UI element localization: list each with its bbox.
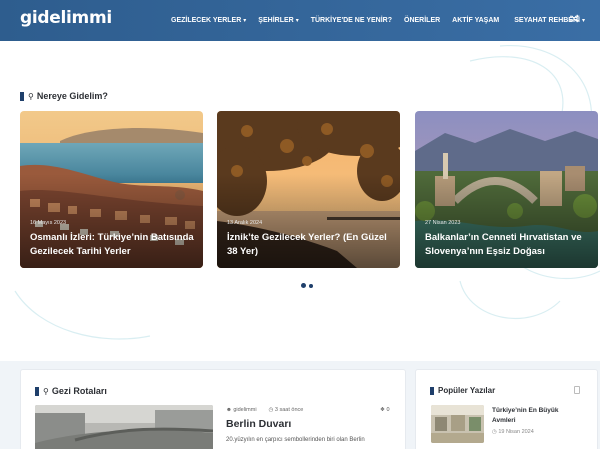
berlin-wall-image (35, 405, 213, 449)
featured-card-2[interactable]: 13 Aralık 2024 İznik’te Gezilecek Yerler… (217, 111, 400, 268)
chevron-down-icon: ▾ (581, 18, 585, 24)
card-title[interactable]: Osmanlı İzleri: Türkiye’nin Batısında Ge… (30, 231, 198, 259)
card-date: 16 Mayıs 2023 (30, 220, 67, 226)
nav-label: ÖNERİLER (404, 17, 441, 24)
section-title-populer-yazilar: Popüler Yazılar (430, 386, 495, 395)
nav-label: TÜRKİYE'DE NE YENİR? (310, 17, 392, 24)
nav-label: ŞEHİRLER (258, 17, 294, 24)
card-date: 13 Aralık 2024 (227, 220, 263, 226)
popular-post-date: ◷ 19 Nisan 2024 (492, 429, 534, 435)
author[interactable]: ☻ gidelimmi (226, 407, 263, 413)
shuffle-icon[interactable] (570, 14, 579, 25)
card-title[interactable]: İznik’te Gezilecek Yerler? (En Güzel 38 … (227, 231, 395, 259)
post-thumbnail-berlin[interactable] (35, 405, 213, 449)
main-nav: GEZİLECEK YERLER ▾ ŞEHİRLER ▾ TÜRKİYE'DE N… (171, 0, 592, 41)
card-title[interactable]: Balkanlar’ın Cenneti Hırvatistan ve Slov… (425, 231, 593, 259)
section-title-bar (20, 91, 24, 101)
post-excerpt: 20.yüzyılın en çarpıcı sembollerinden bi… (226, 437, 365, 443)
time-text: 3 saat önce (274, 407, 304, 413)
carousel-pagination (301, 283, 313, 288)
popular-thumbnail[interactable] (431, 405, 484, 443)
date-text: 19 Nisan 2024 (498, 429, 534, 435)
chevron-down-icon: ▾ (243, 18, 247, 24)
like-count[interactable]: ❖ 0 (380, 407, 390, 413)
carousel-dot[interactable] (309, 283, 313, 288)
top-navbar: gidelimmi GEZİLECEK YERLER ▾ ŞEHİRLER ▾ TÜ… (0, 0, 600, 41)
card-date: 27 Nisan 2023 (425, 220, 461, 226)
nav-sehirler[interactable]: ŞEHİRLER ▾ (258, 17, 298, 24)
like-number: 0 (386, 407, 390, 413)
carousel-dot-active[interactable] (301, 283, 306, 288)
nav-gezilecek-yerler[interactable]: GEZİLECEK YERLER ▾ (171, 17, 246, 24)
site-logo[interactable]: gidelimmi (20, 8, 112, 28)
section-title-nereye-gidelim: ⚲ Nereye Gidelim? (20, 91, 108, 101)
fire-icon: ❖ (380, 407, 385, 413)
nav-aktif-yasam[interactable]: AKTİF YAŞAM (452, 17, 499, 24)
section-title-gezi-rotalari: ⚲ Gezi Rotaları (35, 386, 107, 396)
nav-turkiyede-ne-yenir[interactable]: TÜRKİYE'DE NE YENİR? (311, 17, 392, 24)
map-pin-icon: ⚲ (43, 386, 49, 396)
section-title-text: Gezi Rotaları (51, 386, 107, 396)
post-title[interactable]: Berlin Duvarı (226, 418, 291, 430)
author-name: gidelimmi (233, 407, 257, 413)
post-time: ◷ 3 saat önce (268, 407, 304, 413)
post-meta: ☻ gidelimmi ◷ 3 saat önce (226, 407, 315, 413)
section-title-bar (35, 386, 39, 396)
nav-label: GEZİLECEK YERLER (171, 17, 242, 24)
featured-card-1[interactable]: 16 Mayıs 2023 Osmanlı İzleri: Türkiye’ni… (20, 111, 203, 268)
mall-image (431, 405, 484, 443)
map-pin-icon: ⚲ (28, 91, 34, 101)
document-icon (574, 386, 580, 394)
nav-label: AKTİF YAŞAM (452, 17, 500, 24)
nav-oneriler[interactable]: ÖNERİLER (404, 17, 440, 24)
section-title-text: Popüler Yazılar (438, 386, 496, 395)
section-title-bar (430, 386, 434, 395)
section-title-text: Nereye Gidelim? (36, 91, 108, 101)
featured-card-3[interactable]: 27 Nisan 2023 Balkanlar’ın Cenneti Hırva… (415, 111, 598, 268)
popular-post-title[interactable]: Türkiye’nin En Büyük Avmleri (492, 406, 577, 426)
chevron-down-icon: ▾ (295, 18, 299, 24)
